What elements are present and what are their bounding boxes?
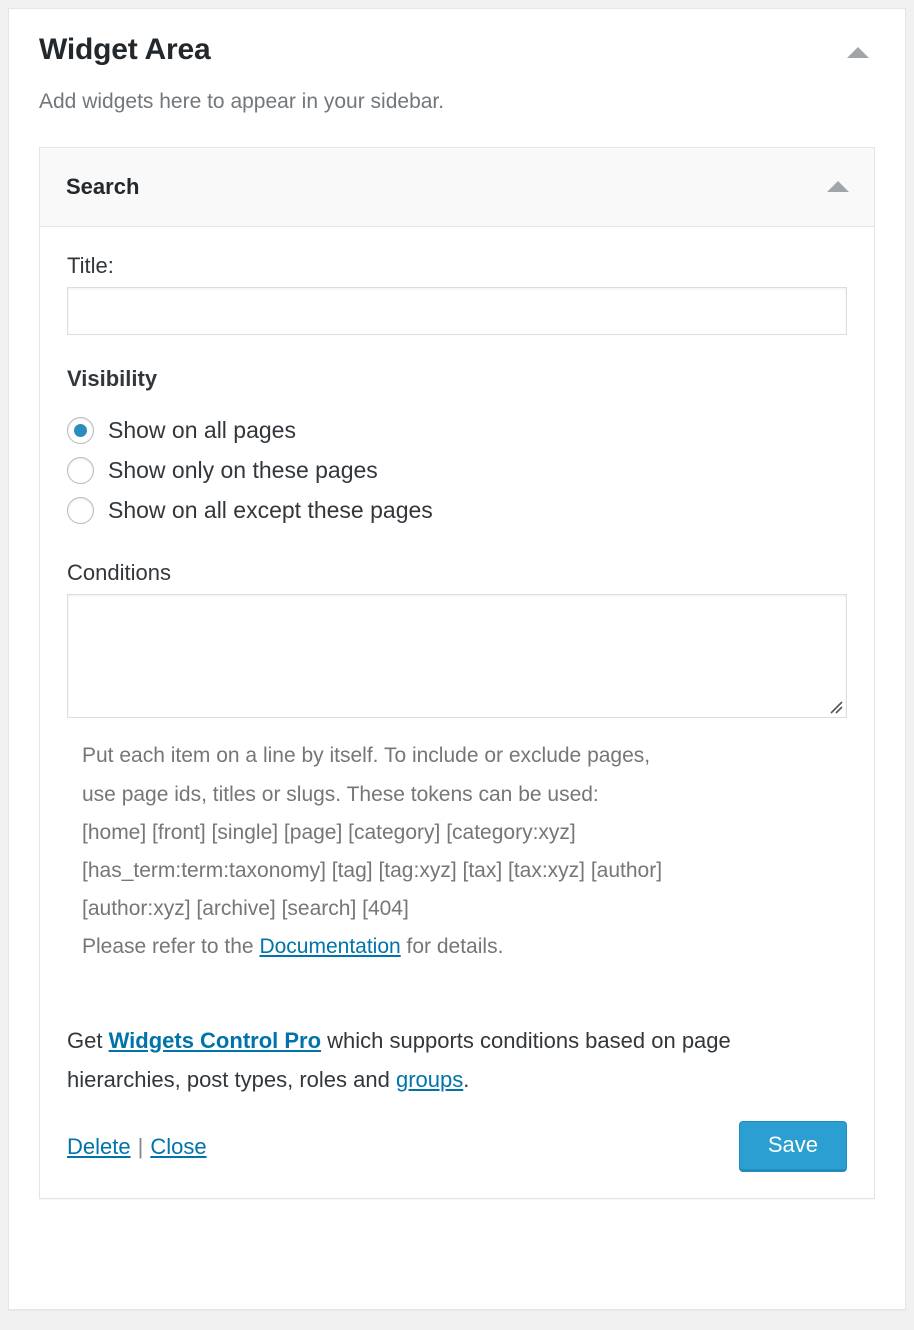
radio-label: Show on all pages [108, 416, 296, 443]
radio-show-on-all-except-these-pages[interactable]: Show on all except these pages [67, 490, 847, 530]
title-field-label: Title: [67, 252, 114, 278]
radio-icon [67, 496, 94, 524]
help-line-3: [home] [front] [single] [page] [category… [82, 820, 576, 844]
widget-area-header: Widget Area Add widgets here to appear i… [39, 31, 875, 115]
documentation-link[interactable]: Documentation [259, 935, 400, 958]
widget-search: Search Title: Visibility Show on all pag… [39, 146, 875, 1200]
title-input[interactable] [67, 287, 847, 336]
close-link[interactable]: Close [150, 1134, 206, 1159]
widget-search-header[interactable]: Search [40, 147, 874, 227]
footer-separator: | [137, 1133, 144, 1159]
delete-link[interactable]: Delete [67, 1134, 131, 1159]
radio-label: Show only on these pages [108, 456, 378, 483]
radio-label: Show on all except these pages [108, 496, 433, 523]
radio-show-only-on-these-pages[interactable]: Show only on these pages [67, 450, 847, 490]
conditions-textarea[interactable] [68, 595, 846, 718]
triangle-up-icon[interactable] [827, 180, 849, 192]
radio-show-on-all-pages[interactable]: Show on all pages [67, 410, 847, 450]
widget-footer: Delete | Close Save [67, 1120, 847, 1198]
triangle-up-icon[interactable] [847, 47, 869, 58]
widget-area-description: Add widgets here to appear in your sideb… [39, 89, 445, 113]
groups-link[interactable]: groups [396, 1067, 463, 1092]
widget-area-panel: Widget Area Add widgets here to appear i… [8, 8, 906, 1310]
pro-upsell-text: Get Widgets Control Pro which supports c… [67, 1021, 847, 1099]
promo-prefix: Get [67, 1027, 109, 1053]
radio-icon [67, 416, 94, 444]
conditions-help-text: Put each item on a line by itself. To in… [82, 737, 847, 966]
help-documentation-line: Please refer to the Documentation for de… [82, 928, 847, 966]
help-line-5: [author:xyz] [archive] [search] [404] [82, 897, 409, 921]
help-line-2: use page ids, titles or slugs. These tok… [82, 782, 599, 806]
help-line-4: [has_term:term:taxonomy] [tag] [tag:xyz]… [82, 858, 663, 882]
page-title: Widget Area [39, 33, 211, 66]
documentation-suffix: for details. [400, 935, 504, 959]
widget-title: Search [66, 173, 140, 199]
visibility-heading: Visibility [67, 366, 158, 392]
save-button[interactable]: Save [738, 1120, 847, 1173]
documentation-prefix: Please refer to the [82, 935, 260, 959]
page-background: Widget Area Add widgets here to appear i… [0, 0, 914, 1330]
promo-suffix: . [463, 1066, 470, 1092]
help-line-1: Put each item on a line by itself. To in… [82, 744, 651, 768]
conditions-field-wrapper [67, 594, 847, 719]
conditions-label: Conditions [67, 560, 171, 586]
widgets-control-pro-link[interactable]: Widgets Control Pro [109, 1028, 321, 1053]
radio-icon [67, 456, 94, 484]
widget-search-body: Title: Visibility Show on all pages Show… [40, 227, 874, 1198]
footer-links: Delete | Close [67, 1134, 207, 1160]
